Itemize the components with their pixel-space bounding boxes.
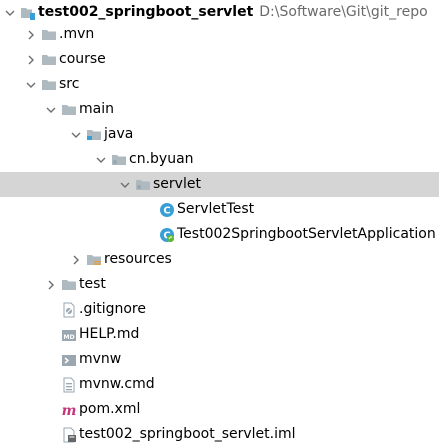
tree-item[interactable]: C Test002SpringbootServletApplication bbox=[0, 222, 439, 247]
tree-item-label: resources bbox=[104, 251, 172, 267]
tree-item[interactable]: C ServletTest bbox=[0, 197, 439, 222]
tree-item[interactable]: course bbox=[0, 47, 439, 72]
chevron-down-icon[interactable] bbox=[4, 7, 16, 19]
folder-icon bbox=[41, 77, 57, 93]
tree-item-label: Test002SpringbootServletApplication bbox=[177, 226, 436, 242]
text-file-icon bbox=[61, 377, 77, 393]
tree-item-label: mvnw bbox=[79, 351, 122, 367]
tree-item[interactable]: MD HELP.md bbox=[0, 322, 439, 347]
folder-icon bbox=[41, 27, 57, 43]
svg-text:MD: MD bbox=[63, 334, 74, 341]
spring-boot-class-icon: C bbox=[159, 227, 175, 243]
maven-file-icon: m bbox=[61, 402, 77, 418]
tree-item[interactable]: main bbox=[0, 97, 439, 122]
chevron-down-icon[interactable] bbox=[45, 104, 57, 116]
tree-item[interactable]: test002_springboot_servlet.iml bbox=[0, 422, 439, 447]
tree-item-label: .mvn bbox=[59, 26, 95, 42]
folder-icon bbox=[61, 277, 77, 293]
tree-item-label: mvnw.cmd bbox=[79, 376, 155, 392]
chevron-right-icon[interactable] bbox=[70, 254, 82, 266]
tree-item-label: src bbox=[59, 76, 80, 92]
tree-item[interactable]: m pom.xml bbox=[0, 397, 439, 422]
tree-item-label: test002_springboot_servlet.iml bbox=[79, 426, 296, 442]
tree-item[interactable]: src bbox=[0, 72, 439, 97]
tree-item[interactable]: .gitignore bbox=[0, 297, 439, 322]
tree-item-label: .gitignore bbox=[79, 301, 146, 317]
tree-item[interactable]: cn.byuan bbox=[0, 147, 439, 172]
resources-folder-icon bbox=[86, 252, 102, 268]
chevron-down-icon[interactable] bbox=[119, 179, 131, 191]
iml-file-icon bbox=[61, 427, 77, 443]
script-file-icon bbox=[61, 352, 77, 368]
folder-icon bbox=[61, 102, 77, 118]
project-tree: test002_springboot_servlet D:\Software\G… bbox=[0, 0, 439, 448]
tree-item[interactable]: java bbox=[0, 122, 439, 147]
tree-item-label: java bbox=[104, 126, 134, 142]
tree-item[interactable]: mvnw bbox=[0, 347, 439, 372]
chevron-right-icon[interactable] bbox=[25, 29, 37, 41]
chevron-down-icon[interactable] bbox=[95, 154, 107, 166]
project-folder-icon bbox=[20, 5, 36, 21]
chevron-down-icon[interactable] bbox=[70, 129, 82, 141]
package-icon bbox=[111, 152, 127, 168]
tree-item-label: HELP.md bbox=[79, 326, 140, 342]
tree-item[interactable]: test bbox=[0, 272, 439, 297]
tree-item[interactable]: servlet bbox=[0, 172, 439, 197]
chevron-down-icon[interactable] bbox=[25, 79, 37, 91]
gitignore-file-icon bbox=[61, 302, 77, 318]
tree-item-label: main bbox=[79, 101, 114, 117]
markdown-file-icon: MD bbox=[61, 327, 77, 343]
svg-text:m: m bbox=[62, 403, 77, 418]
tree-item[interactable]: mvnw.cmd bbox=[0, 372, 439, 397]
svg-text:C: C bbox=[163, 205, 170, 216]
tree-item-label: cn.byuan bbox=[129, 151, 194, 167]
tree-item-label: servlet bbox=[153, 176, 201, 192]
tree-item[interactable]: .mvn bbox=[0, 22, 439, 47]
package-icon bbox=[135, 177, 151, 193]
folder-icon bbox=[41, 52, 57, 68]
chevron-right-icon[interactable] bbox=[45, 279, 57, 291]
tree-item[interactable]: resources bbox=[0, 247, 439, 272]
tree-item-label: test bbox=[79, 276, 106, 292]
tree-item-label: course bbox=[59, 51, 106, 67]
java-class-icon: C bbox=[159, 202, 175, 218]
tree-item-label: ServletTest bbox=[177, 201, 255, 217]
chevron-right-icon[interactable] bbox=[25, 54, 37, 66]
source-folder-icon bbox=[86, 127, 102, 143]
tree-item-label: pom.xml bbox=[79, 401, 141, 417]
